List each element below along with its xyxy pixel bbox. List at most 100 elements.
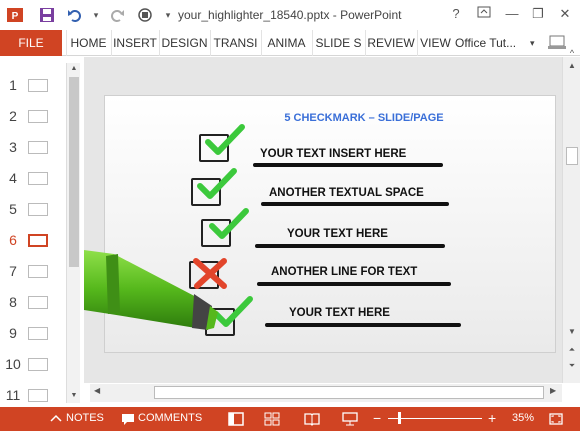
scrollbar-thumb[interactable]	[154, 386, 544, 399]
checklist-text[interactable]: YOUR TEXT HERE	[289, 307, 390, 319]
slide-thumbnail-pane: 1 2 3 4 5 6 7 8 9 10 11 ▲ ▼	[0, 57, 82, 407]
checkmark-icon	[209, 208, 249, 239]
next-slide-icon[interactable]: ⏷	[566, 361, 578, 371]
ribbon-tabs: FILE HOME INSERT DESIGN TRANSI ANIMA SLI…	[0, 30, 580, 58]
slide-number: 9	[9, 325, 17, 341]
minimize-button[interactable]: —	[502, 5, 522, 23]
slide-number: 7	[9, 263, 17, 279]
notes-icon[interactable]	[48, 412, 64, 426]
vertical-scrollbar[interactable]: ▲ ▼ ⏶ ⏷	[562, 57, 580, 383]
scroll-right-icon[interactable]: ▶	[550, 386, 556, 395]
fit-to-window-icon[interactable]	[548, 412, 564, 426]
slide-preview[interactable]	[28, 389, 48, 402]
tab-insert[interactable]: INSERT	[111, 30, 158, 56]
tab-home[interactable]: HOME	[66, 30, 110, 56]
tab-transitions[interactable]: TRANSI	[210, 30, 260, 56]
notes-button[interactable]: NOTES	[66, 412, 104, 424]
checkmark-icon	[205, 124, 245, 155]
slide-preview[interactable]	[28, 203, 48, 216]
brush-stroke	[257, 282, 451, 286]
slide-number: 10	[5, 356, 21, 372]
zoom-out-button[interactable]: −	[373, 410, 381, 426]
customize-qat-icon[interactable]: ▾	[158, 6, 178, 24]
zoom-level[interactable]: 35%	[512, 412, 534, 424]
tab-file[interactable]: FILE	[0, 30, 62, 56]
save-icon[interactable]	[38, 6, 56, 24]
scroll-left-icon[interactable]: ◀	[94, 386, 100, 395]
normal-view-icon[interactable]	[228, 412, 244, 426]
slide-number: 6	[9, 232, 17, 248]
checklist-text[interactable]: YOUR TEXT HERE	[287, 228, 388, 240]
tab-slide-show[interactable]: SLIDE S	[312, 30, 364, 56]
svg-text:P: P	[12, 11, 19, 22]
slide-preview[interactable]	[28, 110, 48, 123]
checklist-text[interactable]: ANOTHER TEXTUAL SPACE	[269, 187, 424, 199]
slide-preview[interactable]	[28, 141, 48, 154]
brush-stroke	[253, 163, 443, 167]
tab-animations[interactable]: ANIMA	[261, 30, 311, 56]
status-bar: NOTES COMMENTS − + 35%	[0, 407, 580, 431]
thumbnail-scrollbar[interactable]: ▲ ▼	[66, 63, 80, 403]
brush-stroke	[261, 202, 449, 206]
zoom-in-button[interactable]: +	[488, 410, 496, 426]
slide-number: 8	[9, 294, 17, 310]
slide-preview[interactable]	[28, 234, 48, 247]
undo-icon[interactable]	[66, 6, 84, 24]
checklist-text[interactable]: ANOTHER LINE FOR TEXT	[271, 266, 417, 278]
brush-stroke	[265, 323, 461, 327]
scroll-down-icon[interactable]: ▼	[566, 327, 578, 336]
redo-icon[interactable]	[108, 6, 126, 24]
slide-thumbnail[interactable]: 2	[0, 102, 70, 133]
slide-preview[interactable]	[28, 79, 48, 92]
slide-thumbnail[interactable]: 7	[0, 257, 70, 288]
slide-editing-area: 5 CHECKMARK – SLIDE/PAGE YOUR TEXT INSER…	[84, 57, 562, 383]
slide-show-icon[interactable]	[342, 412, 358, 426]
close-button[interactable]: ✕	[555, 5, 575, 23]
scrollbar-thumb[interactable]	[69, 77, 79, 267]
ribbon-display-button[interactable]	[474, 5, 494, 23]
slide-thumbnail[interactable]: 4	[0, 164, 70, 195]
slide-title[interactable]: 5 CHECKMARK – SLIDE/PAGE	[139, 112, 555, 124]
scrollbar-thumb[interactable]	[566, 147, 578, 165]
account-dropdown-icon[interactable]: ▾	[530, 30, 535, 56]
green-highlighter-graphic	[84, 250, 218, 330]
tab-design[interactable]: DESIGN	[159, 30, 209, 56]
slide-thumbnail[interactable]: 9	[0, 319, 70, 350]
comments-icon[interactable]	[120, 412, 136, 426]
slide-number: 1	[9, 77, 17, 93]
undo-dropdown-icon[interactable]: ▾	[86, 6, 106, 24]
slide-preview[interactable]	[28, 265, 48, 278]
slide-thumbnail[interactable]: 8	[0, 288, 70, 319]
scroll-down-icon[interactable]: ▼	[68, 391, 80, 401]
reading-view-icon[interactable]	[304, 412, 320, 426]
slide-preview[interactable]	[28, 327, 48, 340]
help-button[interactable]: ?	[446, 5, 466, 23]
scroll-up-icon[interactable]: ▲	[68, 64, 80, 74]
slide-preview[interactable]	[28, 172, 48, 185]
horizontal-scrollbar[interactable]: ◀ ▶	[90, 384, 562, 402]
zoom-slider-knob[interactable]	[398, 412, 401, 424]
slide-sorter-icon[interactable]	[264, 412, 280, 426]
brush-stroke	[255, 244, 445, 248]
zoom-slider-track[interactable]	[388, 418, 482, 419]
checkmark-icon	[197, 168, 237, 199]
window-title: your_highlighter_18540.pptx - PowerPoint	[178, 8, 402, 22]
tab-review[interactable]: REVIEW	[365, 30, 416, 56]
powerpoint-icon[interactable]: P	[6, 6, 24, 24]
slide-thumbnail[interactable]: 1	[0, 71, 70, 102]
scroll-up-icon[interactable]: ▲	[566, 61, 578, 70]
previous-slide-icon[interactable]: ⏶	[566, 345, 578, 355]
slide-thumbnail[interactable]: 10	[0, 350, 70, 381]
comments-button[interactable]: COMMENTS	[138, 412, 202, 424]
restore-button[interactable]: ❐	[528, 5, 548, 23]
tab-view[interactable]: VIEW	[417, 30, 453, 56]
checklist-text[interactable]: YOUR TEXT INSERT HERE	[260, 148, 406, 160]
slide-thumbnail-active[interactable]: 6	[0, 226, 70, 257]
present-icon[interactable]	[136, 6, 154, 24]
title-bar: P ▾ ▾ your_highlighter_18540.pptx - Powe…	[0, 0, 580, 30]
slide-thumbnail[interactable]: 5	[0, 195, 70, 226]
slide-preview[interactable]	[28, 358, 48, 371]
slide-thumbnail[interactable]: 3	[0, 133, 70, 164]
slide-preview[interactable]	[28, 296, 48, 309]
slide-number: 4	[9, 170, 17, 186]
